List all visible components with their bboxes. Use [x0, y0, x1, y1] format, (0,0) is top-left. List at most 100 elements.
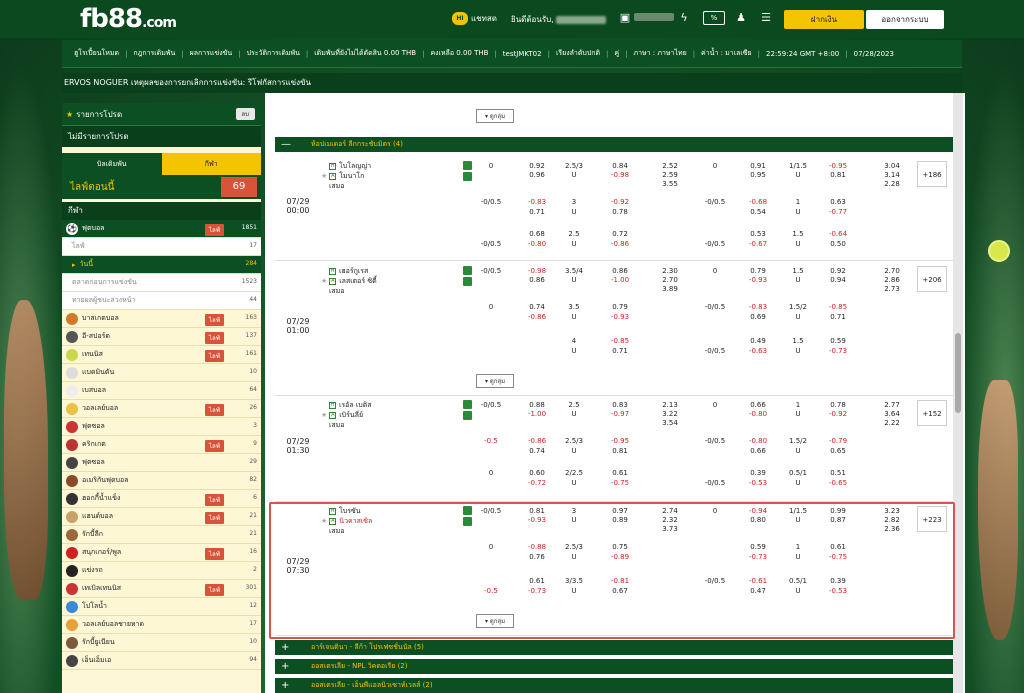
odds-cell[interactable]: -0/0.5: [696, 239, 734, 249]
odds-cell[interactable]: -0.95: [601, 436, 639, 446]
odds-cell[interactable]: U: [555, 409, 593, 419]
sport-item[interactable]: รักบี้ลีก 21: [62, 526, 261, 544]
odds-cell[interactable]: U: [779, 346, 817, 356]
odds-cell[interactable]: 2/2.5: [555, 468, 593, 478]
nav-item[interactable]: ค่าน้ำ : มาเลเซีย: [701, 48, 752, 59]
team-name[interactable]: เบิร์นลี่ย์: [339, 410, 363, 420]
odds-cell[interactable]: -0.92: [601, 197, 639, 207]
nav-item[interactable]: ฮูโรเปี้ยนโหมด: [74, 48, 119, 59]
odds-cell[interactable]: 0.95: [739, 170, 777, 180]
odds-cell[interactable]: 0.39: [739, 468, 777, 478]
clear-favorites-button[interactable]: ลบ: [235, 108, 255, 120]
odds-cell[interactable]: -0.5: [472, 436, 510, 446]
odds-cell[interactable]: -0/0.5: [472, 400, 510, 410]
odds-cell[interactable]: -0/0.5: [696, 436, 734, 446]
odds-cell[interactable]: -0.93: [601, 312, 639, 322]
user-card-icon[interactable]: ▣: [617, 11, 633, 25]
sport-soccer[interactable]: ⚽ ฟุตบอล ไลฟ์ 1851: [62, 220, 261, 238]
odds-cell[interactable]: 0: [472, 468, 510, 478]
nav-item[interactable]: ประวัติการเดิมพัน: [247, 48, 300, 59]
odds-cell[interactable]: U: [779, 478, 817, 488]
league-header[interactable]: + ออสเตรเลีย - NPL วิคตอเรีย (2): [275, 659, 953, 674]
odds-cell[interactable]: U: [555, 478, 593, 488]
odds-cell[interactable]: -0.64: [819, 229, 857, 239]
nav-item[interactable]: เดิมพันที่ยังไม่ได้ตัดสิน 0.00 THB: [314, 48, 416, 59]
odds-cell[interactable]: 0.50: [819, 239, 857, 249]
odds-cell[interactable]: U: [555, 170, 593, 180]
sport-item[interactable]: อเมริกันฟุตบอล 82: [62, 472, 261, 490]
sport-item[interactable]: เอ็นเอ็มเอ 94: [62, 652, 261, 670]
odds-cell[interactable]: U: [779, 312, 817, 322]
odds-cell[interactable]: -0.79: [819, 436, 857, 446]
odds-cell[interactable]: U: [779, 446, 817, 456]
more-markets-button[interactable]: +186: [917, 161, 947, 187]
more-markets-button[interactable]: +152: [917, 400, 947, 426]
sport-item[interactable]: ฮอกกี้น้ำแข็ง ไลฟ์ 6: [62, 490, 261, 508]
person-icon[interactable]: ♟: [733, 11, 749, 25]
nav-item[interactable]: ผลการแข่งขัน: [190, 48, 233, 59]
odds-cell[interactable]: 0.71: [518, 207, 556, 217]
odds-cell[interactable]: 0.49: [739, 336, 777, 346]
odds-cell[interactable]: 0.86: [518, 275, 556, 285]
sport-item[interactable]: วอลเลย์บอล ไลฟ์ 26: [62, 400, 261, 418]
odds-cell[interactable]: -0.97: [601, 409, 639, 419]
promo-icon[interactable]: %: [703, 11, 725, 25]
league-header[interactable]: + ออสเตรเลีย - เอ็นพีแอลนิวเซาท์เวลส์ (2): [275, 678, 953, 693]
live-now-link[interactable]: ไลฟ์ตอนนี้ 69: [62, 175, 261, 199]
odds-cell[interactable]: -0/0.5: [472, 239, 510, 249]
league-header[interactable]: — ห้อปเมเดอร์ ลีกกระชับมิตร (4): [275, 137, 953, 152]
team-name[interactable]: เสมอ: [329, 181, 344, 191]
odds-cell[interactable]: 2.73: [873, 284, 911, 294]
league-header[interactable]: + อาร์เจนตินา - ลีก้า โปรเฟซชั่นนัล (5): [275, 640, 953, 655]
odds-cell[interactable]: 3: [555, 197, 593, 207]
sport-item[interactable]: ฟุตซอล 29: [62, 454, 261, 472]
site-logo[interactable]: fb88.com: [80, 4, 177, 34]
odds-cell[interactable]: 0.54: [739, 207, 777, 217]
odds-cell[interactable]: -0.80: [739, 436, 777, 446]
odds-cell[interactable]: -0.72: [518, 478, 556, 488]
expand-group-button[interactable]: ▾ ดูกลุ่ม: [265, 372, 725, 390]
sport-item[interactable]: บาสเกตบอล ไลฟ์ 163: [62, 310, 261, 328]
odds-cell[interactable]: 2.22: [873, 418, 911, 428]
odds-cell[interactable]: -1.00: [601, 275, 639, 285]
odds-cell[interactable]: -0.80: [739, 409, 777, 419]
odds-cell[interactable]: 0.96: [518, 170, 556, 180]
odds-cell[interactable]: 0.71: [601, 346, 639, 356]
odds-cell[interactable]: 0.81: [601, 446, 639, 456]
nav-item[interactable]: คงเหลือ 0.00 THB: [430, 48, 488, 59]
odds-cell[interactable]: 1.5: [779, 229, 817, 239]
odds-cell[interactable]: -0.85: [819, 302, 857, 312]
lightning-icon[interactable]: ϟ: [676, 11, 692, 25]
odds-cell[interactable]: -0.68: [739, 197, 777, 207]
odds-cell[interactable]: -0/0.5: [696, 302, 734, 312]
odds-cell[interactable]: 0.69: [739, 312, 777, 322]
odds-cell[interactable]: 0.66: [739, 446, 777, 456]
sport-item[interactable]: คริกเกต ไลฟ์ 9: [62, 436, 261, 454]
odds-cell[interactable]: -0/0.5: [696, 346, 734, 356]
odds-cell[interactable]: -0.98: [601, 170, 639, 180]
odds-cell[interactable]: 0.72: [601, 229, 639, 239]
odds-cell[interactable]: -0.86: [601, 239, 639, 249]
odds-cell[interactable]: 0.65: [819, 446, 857, 456]
sport-item[interactable]: แบดมินตัน 10: [62, 364, 261, 382]
sport-item[interactable]: เทเบิลเทนนิส ไลฟ์ 301: [62, 580, 261, 598]
soccer-submenu-item[interactable]: ▸ วันนี้ 284: [62, 256, 261, 274]
favorite-star-icon[interactable]: ★: [321, 410, 327, 420]
team-name[interactable]: เสมอ: [329, 420, 344, 430]
sport-item[interactable]: สนุกเกอร์/พูล ไลฟ์ 16: [62, 544, 261, 562]
sport-item[interactable]: รักบี้ยูเนียน 10: [62, 634, 261, 652]
sport-item[interactable]: อี-สปอร์ต ไลฟ์ 137: [62, 328, 261, 346]
odds-cell[interactable]: 1.5/2: [779, 436, 817, 446]
odds-cell[interactable]: 4: [555, 336, 593, 346]
odds-cell[interactable]: -0.65: [819, 478, 857, 488]
more-markets-button[interactable]: +206: [917, 266, 947, 292]
odds-cell[interactable]: -0.83: [518, 197, 556, 207]
odds-cell[interactable]: U: [779, 207, 817, 217]
odds-cell[interactable]: 0.61: [601, 468, 639, 478]
odds-cell[interactable]: 0.60: [518, 468, 556, 478]
sport-item[interactable]: โปโลน้ำ 12: [62, 598, 261, 616]
nav-item[interactable]: 07/28/2023: [854, 50, 894, 58]
odds-cell[interactable]: -0/0.5: [472, 197, 510, 207]
odds-cell[interactable]: 3.89: [651, 284, 689, 294]
sport-item[interactable]: ฟุตซอล 3: [62, 418, 261, 436]
